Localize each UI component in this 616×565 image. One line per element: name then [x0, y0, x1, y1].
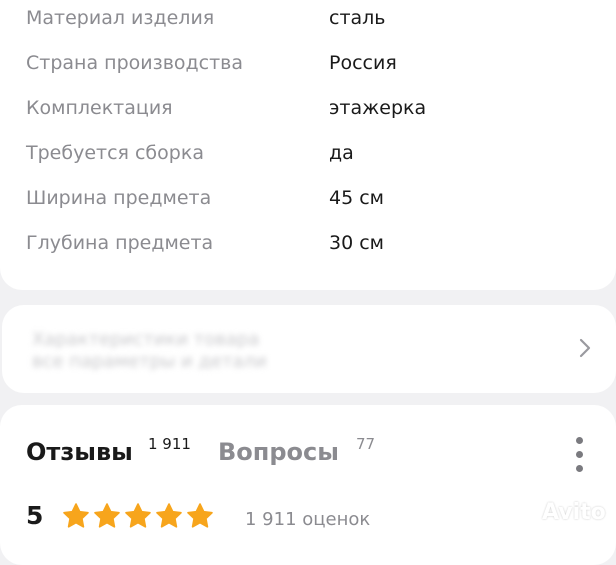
- spec-label: Комплектация: [26, 97, 173, 119]
- more-dot: [576, 465, 583, 472]
- reviews-card: Отзывы 1 911 Вопросы 77 5 1 911 оценок: [0, 405, 616, 565]
- more-dot: [576, 451, 583, 458]
- avito-watermark: Avito: [504, 496, 606, 532]
- star-icon: [156, 503, 182, 528]
- spec-value: 45 см: [329, 187, 384, 209]
- blurred-link-card[interactable]: Характеристики товара все параметры и де…: [2, 305, 616, 393]
- spec-value: Россия: [329, 52, 397, 74]
- more-vertical-icon[interactable]: [572, 435, 586, 475]
- spec-label: Материал изделия: [26, 7, 215, 29]
- tab-questions[interactable]: Вопросы: [218, 438, 339, 466]
- tab-reviews-count: 1 911: [148, 435, 191, 453]
- star-icon: [63, 503, 89, 528]
- spec-row-width: Ширина предмета 45 см: [26, 183, 606, 213]
- spec-row-assembly: Требуется сборка да: [26, 138, 606, 168]
- tab-questions-count: 77: [356, 435, 376, 453]
- spec-row-package: Комплектация этажерка: [26, 93, 606, 123]
- avito-logo-icon: [509, 501, 536, 528]
- spec-value: сталь: [329, 7, 386, 29]
- spec-row-depth: Глубина предмета 30 см: [26, 228, 606, 258]
- spec-row-material: Материал изделия сталь: [26, 3, 606, 33]
- rating-count[interactable]: 1 911 оценок: [245, 509, 370, 530]
- spec-label: Требуется сборка: [26, 142, 204, 164]
- chevron-right-icon[interactable]: [576, 337, 594, 359]
- star-icon: [94, 503, 120, 528]
- blurred-subtitle: все параметры и детали: [32, 351, 267, 372]
- rating-value: 5: [26, 501, 44, 530]
- spec-label: Страна производства: [26, 52, 244, 74]
- specs-card: Материал изделия сталь Страна производст…: [0, 0, 616, 290]
- spec-value: 30 см: [329, 232, 384, 254]
- spec-value: да: [329, 142, 354, 164]
- spec-label: Глубина предмета: [26, 232, 214, 254]
- more-dot: [576, 437, 583, 444]
- star-icon: [187, 503, 213, 528]
- blurred-title: Характеристики товара: [32, 329, 260, 350]
- tab-reviews[interactable]: Отзывы: [26, 438, 133, 466]
- spec-label: Ширина предмета: [26, 187, 212, 209]
- spec-value: этажерка: [329, 97, 427, 119]
- watermark-text: Avito: [542, 500, 606, 525]
- spec-row-country: Страна производства Россия: [26, 48, 606, 78]
- star-icon: [125, 503, 151, 528]
